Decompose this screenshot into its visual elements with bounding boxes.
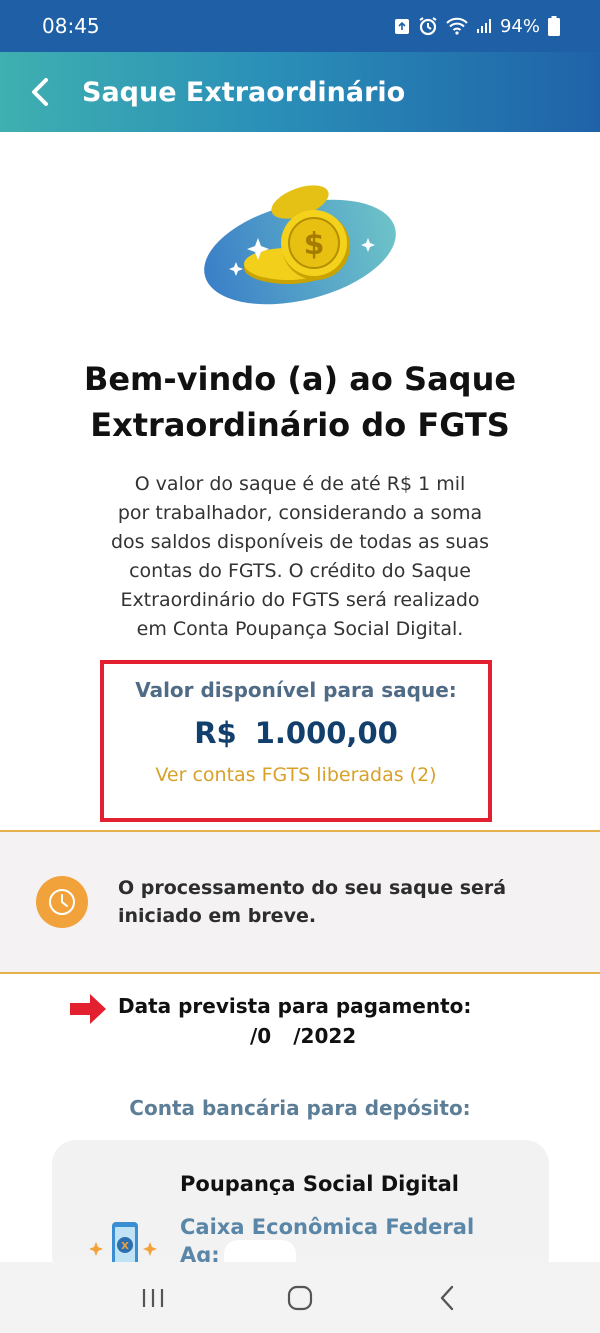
recent-apps-button[interactable]: [123, 1273, 183, 1323]
intro-line: dos saldos disponíveis de todas as suas: [110, 531, 490, 553]
system-back-button[interactable]: [417, 1273, 477, 1323]
processing-notice-text: O processamento do seu saque será inicia…: [118, 877, 507, 927]
bank-institution: Caixa Econômica Federal: [180, 1215, 475, 1239]
signal-icon: [476, 19, 491, 33]
bank-account-heading: Conta bancária para depósito:: [129, 1096, 471, 1120]
back-arrow-icon: [440, 1285, 453, 1310]
available-balance-amount: R$ 1.000,00: [104, 716, 488, 750]
back-button[interactable]: [0, 52, 80, 132]
intro-line: Extraordinário do FGTS será realizado: [120, 589, 480, 611]
currency-symbol: R$: [194, 716, 237, 750]
bank-account-card: Poupança Social Digital Caixa Econômica …: [52, 1140, 549, 1280]
alarm-icon: [419, 17, 437, 36]
coins-icon: $: [204, 185, 396, 305]
page-title: Saque Extraordinário: [82, 76, 406, 108]
available-balance-box: Valor disponível para saque: R$ 1.000,00 …: [100, 660, 492, 822]
welcome-title-line-1: Bem-vindo (a) ao Saque: [83, 360, 517, 398]
intro-line: por trabalhador, considerando a soma: [117, 502, 483, 524]
home-button[interactable]: [270, 1273, 330, 1323]
coins-illustration: $: [200, 180, 400, 310]
redacted-day: [220, 1027, 250, 1048]
payment-date-month: /0: [250, 1024, 272, 1048]
payment-date-label: Data prevista para pagamento:: [118, 994, 472, 1018]
recycle-icon: [394, 19, 409, 34]
clock-icon: [49, 889, 75, 915]
redacted-month: [271, 1027, 294, 1048]
home-icon: [287, 1285, 313, 1310]
status-bar: 08:45 94%: [0, 0, 600, 52]
payment-date-year: /2022: [293, 1024, 357, 1048]
battery-percent: 94%: [499, 15, 540, 37]
welcome-title: Bem-vindo (a) ao Saque Extraordinário do…: [40, 356, 560, 448]
recent-apps-icon: [143, 1288, 164, 1307]
arrow-right-icon: [70, 994, 106, 1024]
processing-notice: O processamento do seu saque será inicia…: [0, 830, 600, 974]
view-released-accounts-link[interactable]: Ver contas FGTS liberadas (2): [104, 764, 488, 786]
wifi-icon: [446, 17, 468, 35]
welcome-title-line-2: Extraordinário do FGTS: [90, 406, 510, 444]
system-navigation-bar: [0, 1262, 600, 1333]
battery-icon: [548, 16, 560, 36]
chevron-left-icon: [32, 78, 48, 106]
intro-text: O valor do saque é de até R$ 1 mil por t…: [90, 470, 510, 644]
svg-text:X: X: [121, 1241, 129, 1252]
account-type: Poupança Social Digital: [180, 1172, 459, 1196]
available-balance-label: Valor disponível para saque:: [135, 678, 457, 702]
clock-icon-badge: [36, 876, 88, 928]
intro-line: O valor do saque é de até R$ 1 mil: [134, 473, 466, 495]
payment-date-value: /0/2022: [220, 1024, 356, 1048]
svg-text:$: $: [304, 227, 325, 262]
intro-line: contas do FGTS. O crédito do Saque: [129, 560, 471, 582]
status-icons: 94%: [394, 16, 560, 37]
intro-line: em Conta Poupança Social Digital.: [136, 618, 464, 640]
app-bar: Saque Extraordinário: [0, 52, 600, 132]
status-time: 08:45: [42, 14, 100, 38]
amount-value: 1.000,00: [254, 716, 398, 750]
